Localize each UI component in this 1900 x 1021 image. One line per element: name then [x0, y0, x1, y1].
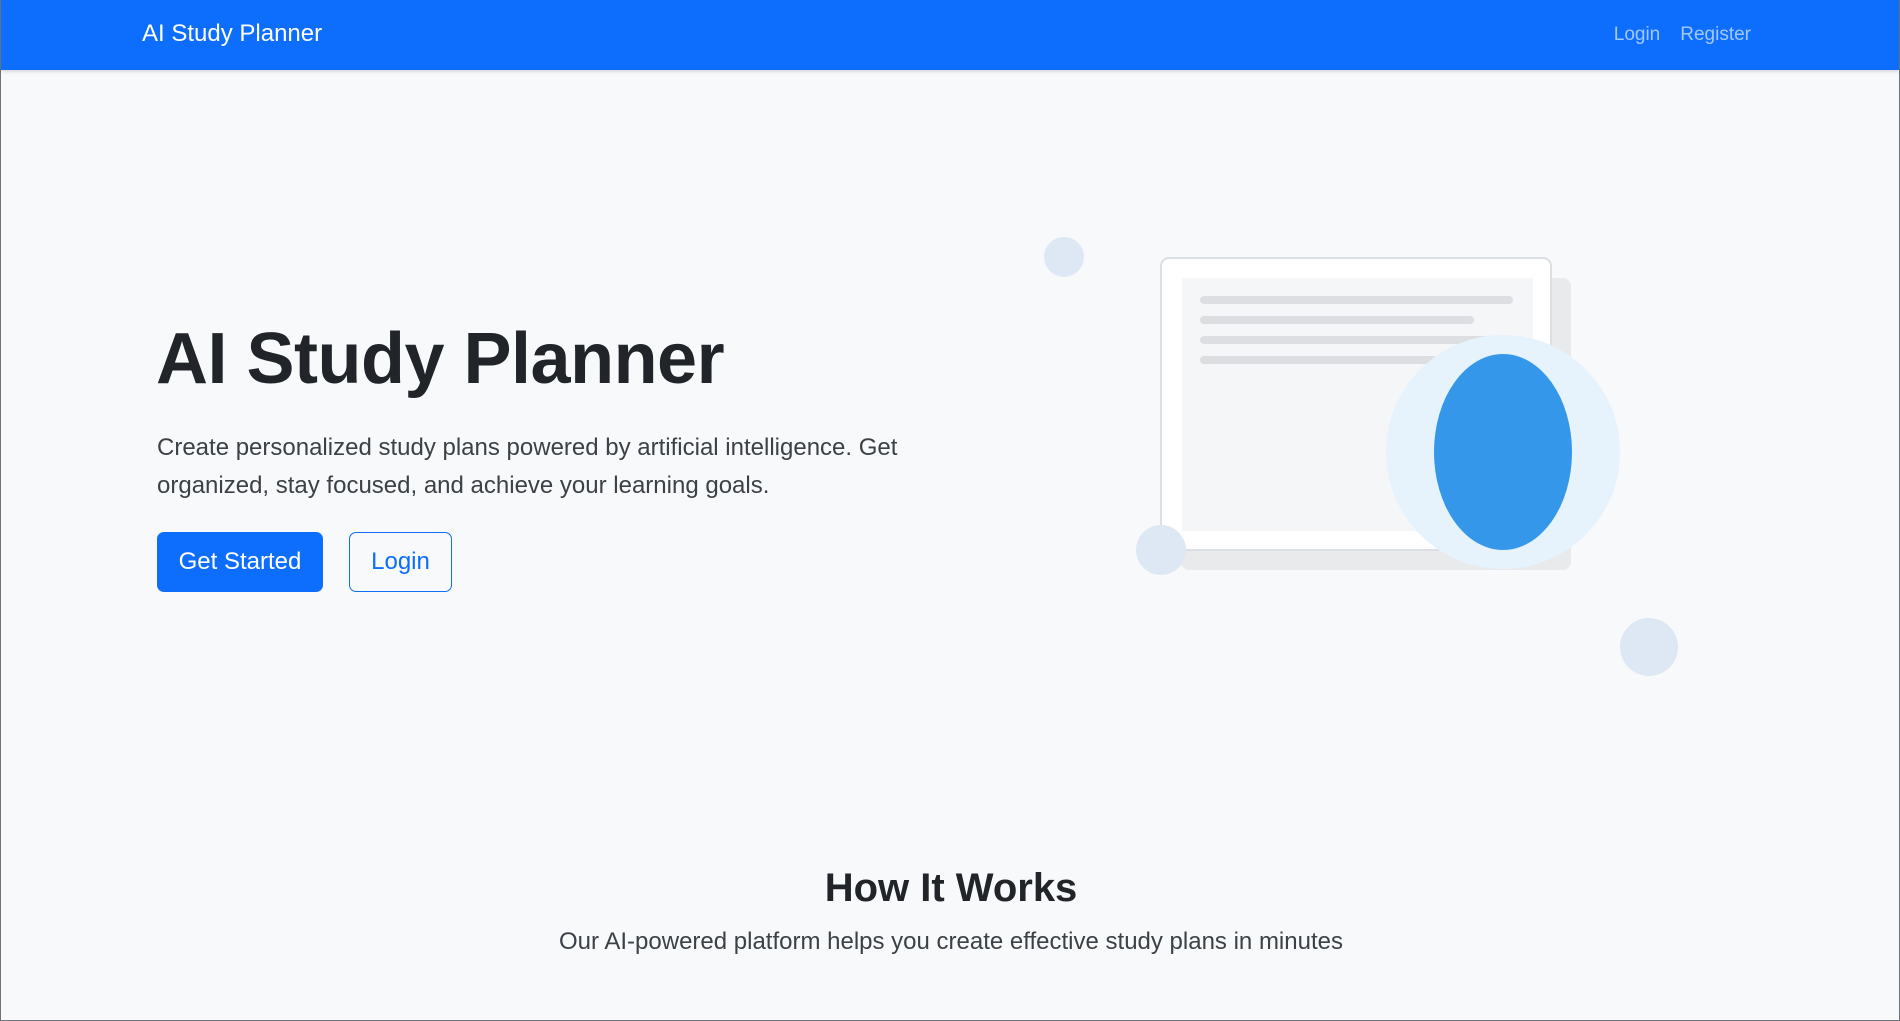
hero-login-button[interactable]: Login — [349, 532, 452, 592]
navbar-brand[interactable]: AI Study Planner — [142, 20, 322, 48]
hero-illustration — [1031, 230, 1691, 690]
decor-circle-bottom-right — [1620, 618, 1678, 676]
document-line-1 — [1200, 296, 1513, 304]
study-illustration-graphic — [1044, 237, 1678, 676]
lightbulb-icon — [1434, 354, 1572, 550]
how-it-works-title: How It Works — [824, 866, 1078, 910]
nav-register-link[interactable]: Register — [1680, 24, 1751, 46]
nav-login-link[interactable]: Login — [1614, 24, 1661, 46]
document-line-2 — [1200, 316, 1474, 324]
page: AI Study Planner Login Register AI Study… — [0, 0, 1900, 1021]
hero-lead-text: Create personalized study plans powered … — [157, 434, 898, 499]
navbar: AI Study Planner Login Register — [1, 0, 1899, 70]
decor-circle-card — [1136, 525, 1186, 575]
decor-circle-top — [1044, 237, 1084, 277]
get-started-button[interactable]: Get Started — [157, 532, 323, 592]
hero-title: AI Study Planner — [156, 319, 725, 399]
how-it-works-subtitle: Our AI-powered platform helps you create… — [559, 928, 1343, 955]
navbar-links: Login Register — [1614, 24, 1751, 46]
